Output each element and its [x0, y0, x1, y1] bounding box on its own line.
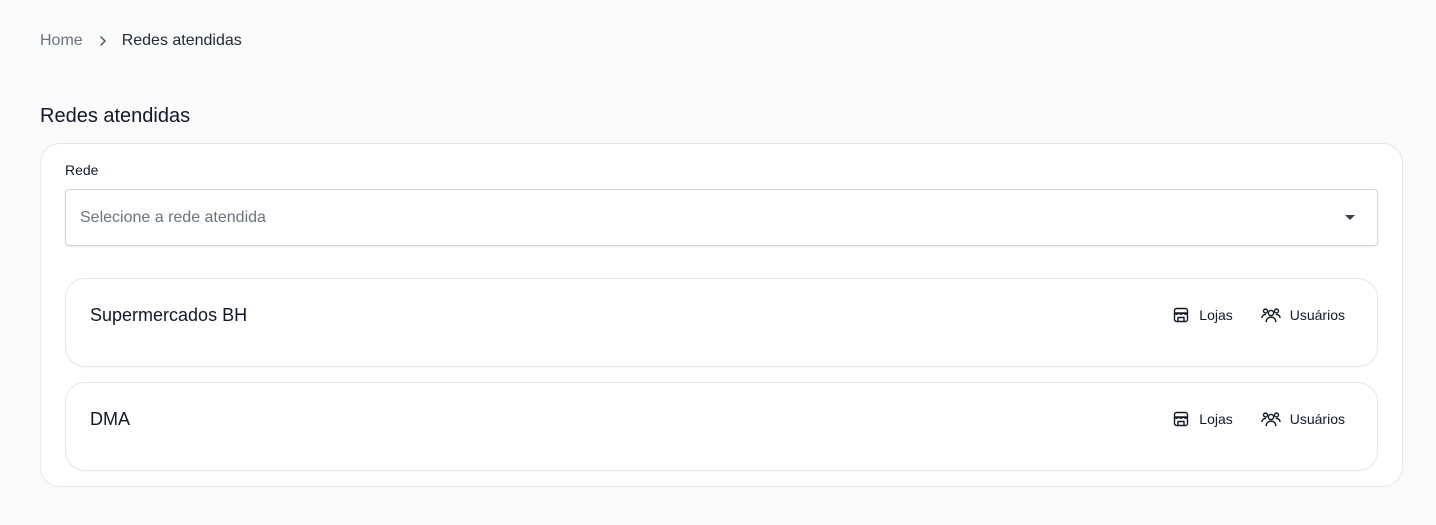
lojas-button[interactable]: Lojas: [1172, 410, 1233, 428]
usuarios-button[interactable]: Usuários: [1261, 410, 1345, 428]
breadcrumb-current: Redes atendidas: [121, 32, 242, 49]
page-title: Redes atendidas: [40, 105, 191, 127]
usuarios-label: Usuários: [1289, 411, 1345, 427]
networks-list: Supermercados BH Lojas Usuários DMA Loja…: [65, 278, 1378, 471]
network-actions: Lojas Usuários: [1172, 407, 1345, 428]
page: Home Redes atendidas Redes atendidas Red…: [0, 0, 1436, 525]
lojas-label: Lojas: [1199, 307, 1233, 323]
breadcrumb-home-link[interactable]: Home: [40, 32, 83, 50]
lojas-button[interactable]: Lojas: [1172, 306, 1233, 324]
chevron-right-icon: [97, 35, 109, 47]
usuarios-button[interactable]: Usuários: [1261, 306, 1345, 324]
network-item-dma: DMA Lojas Usuários: [65, 382, 1378, 471]
caret-down-icon: [1345, 215, 1355, 220]
lojas-label: Lojas: [1199, 411, 1233, 427]
rede-field-label: Rede: [65, 162, 99, 178]
networks-card: Rede Selecione a rede atendida Supermerc…: [40, 143, 1403, 487]
rede-select-placeholder: Selecione a rede atendida: [80, 208, 266, 226]
breadcrumb: Home Redes atendidas: [40, 0, 1403, 82]
network-name: DMA: [90, 409, 130, 429]
users-icon: [1261, 306, 1281, 324]
network-item-supermercados-bh: Supermercados BH Lojas Usuários: [65, 278, 1378, 367]
store-icon: [1172, 306, 1190, 324]
rede-select[interactable]: Selecione a rede atendida: [65, 189, 1378, 246]
usuarios-label: Usuários: [1289, 307, 1345, 323]
network-name: Supermercados BH: [90, 305, 248, 325]
network-actions: Lojas Usuários: [1172, 303, 1345, 324]
store-icon: [1172, 410, 1190, 428]
users-icon: [1261, 410, 1281, 428]
